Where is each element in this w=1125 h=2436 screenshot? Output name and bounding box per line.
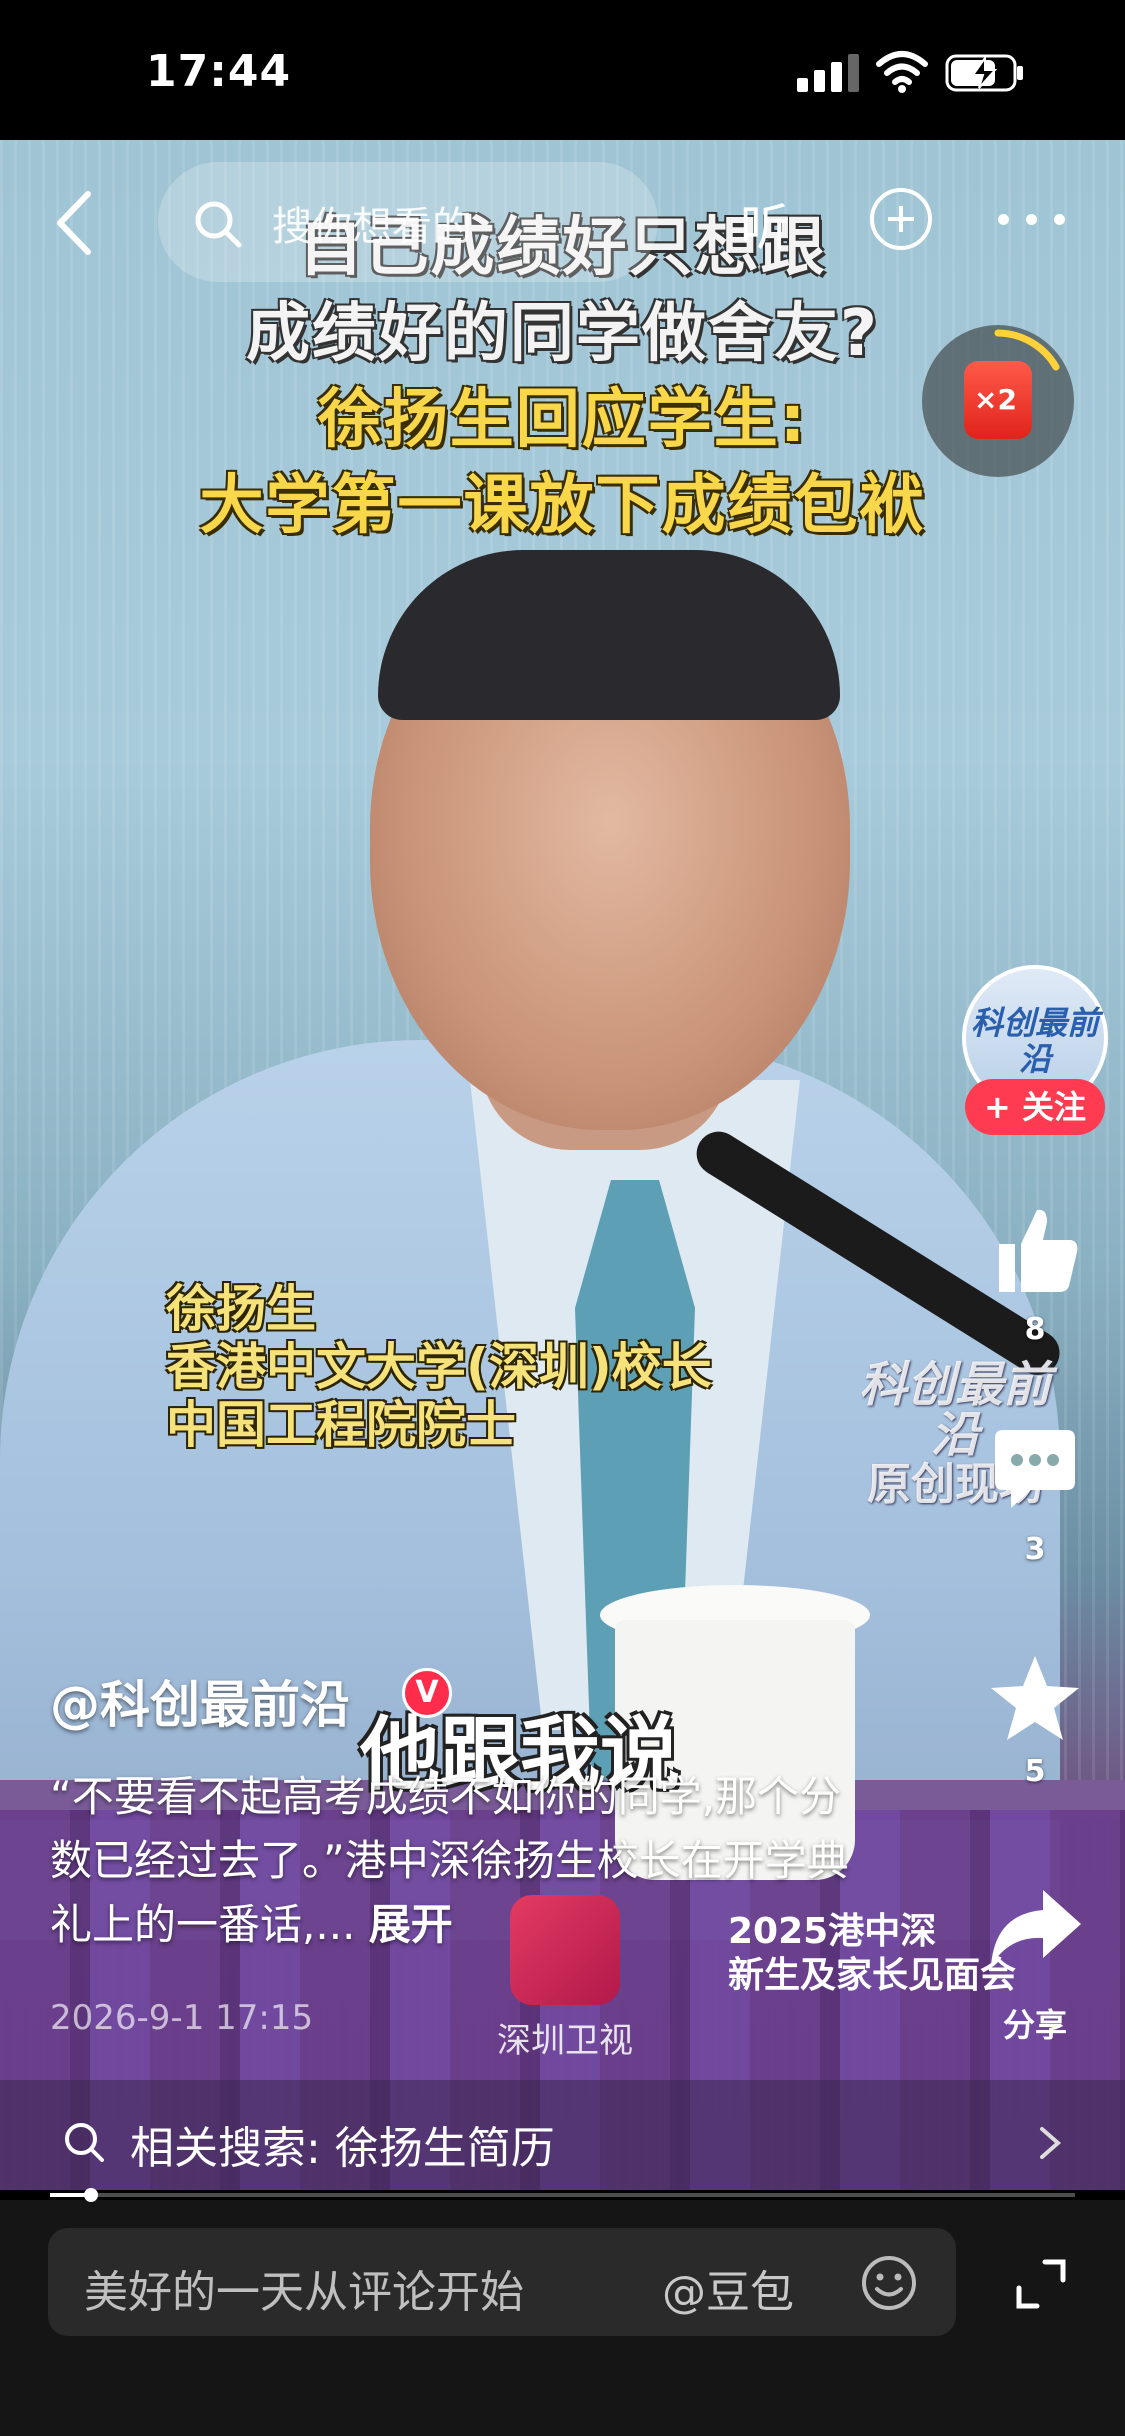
search-placeholder[interactable]: 搜你想看的: [272, 194, 472, 252]
comment-icon[interactable]: [985, 1420, 1085, 1520]
listen-button[interactable]: 听: [740, 188, 790, 260]
expand-link[interactable]: 展开: [369, 1900, 453, 1949]
status-bar: 17:44: [0, 0, 1125, 140]
battery-charging-icon: [945, 54, 1023, 92]
like-icon[interactable]: [985, 1200, 1085, 1300]
video-progress-bar[interactable]: [50, 2188, 1075, 2202]
progress-handle[interactable]: [84, 2188, 98, 2202]
follow-button[interactable]: + 关注: [965, 1079, 1105, 1135]
red-packet-reward[interactable]: ×2: [922, 325, 1074, 477]
add-icon[interactable]: [870, 188, 932, 250]
favorite-star-icon[interactable]: [985, 1650, 1085, 1750]
mention-button[interactable]: @豆包: [662, 2256, 794, 2320]
post-timestamp: 2026-9-1 17:15: [50, 1998, 314, 2038]
comment-count: 3: [1024, 1532, 1046, 1567]
more-icon[interactable]: [998, 208, 1068, 232]
related-search-text[interactable]: 相关搜索: 徐扬生简历: [130, 2112, 555, 2176]
post-caption[interactable]: “不要看不起高考成绩不如你的同学,那个分数已经过去了。”港中深徐扬生校长在开学典…: [50, 1765, 870, 1957]
search-icon: [195, 201, 242, 248]
status-time: 17:44: [146, 46, 292, 97]
comment-placeholder[interactable]: 美好的一天从评论开始: [84, 2256, 524, 2320]
like-count: 8: [1024, 1312, 1046, 1347]
author-name[interactable]: @科创最前沿: [50, 1665, 350, 1737]
favorite-count: 5: [1024, 1754, 1046, 1789]
chevron-right-icon[interactable]: [1038, 2125, 1062, 2161]
speaker-caption: 徐扬生 香港中文大学(深圳)校长 中国工程院院士: [166, 1280, 712, 1454]
verified-badge-icon: V: [402, 1668, 452, 1718]
share-label[interactable]: 分享: [985, 2000, 1085, 2046]
reward-multiplier: ×2: [974, 383, 1017, 416]
search-icon: [65, 2123, 104, 2162]
fullscreen-icon[interactable]: [1015, 2258, 1067, 2310]
share-icon[interactable]: [985, 1880, 1085, 1980]
emoji-icon[interactable]: [860, 2254, 918, 2312]
back-arrow-icon[interactable]: [50, 188, 100, 258]
wifi-icon: [876, 51, 928, 93]
cellular-signal-icon: [797, 52, 859, 92]
